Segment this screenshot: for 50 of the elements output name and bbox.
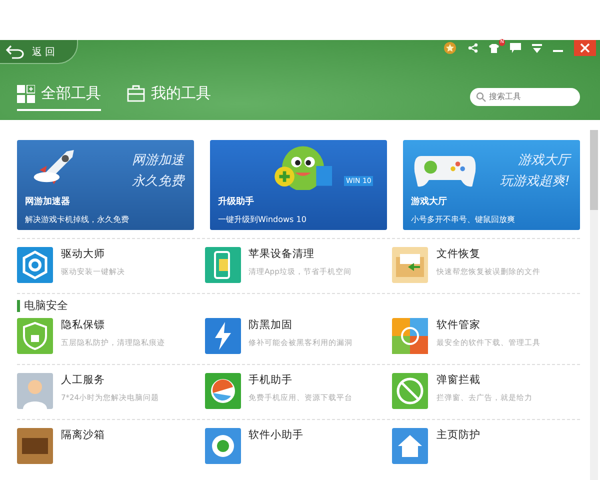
tool-name: 弹窗拦截: [436, 373, 482, 387]
tool-name: 防黑加固: [248, 318, 294, 332]
medal-icon[interactable]: [443, 41, 457, 55]
banner-headline: 网游加速: [132, 152, 184, 170]
banner-title: 游戏大厅: [411, 195, 448, 208]
tool-name: 文件恢复: [436, 247, 482, 261]
scrollbar-thumb[interactable]: [590, 130, 598, 210]
banner-subtitle: 解决游戏卡机掉线，永久免费: [25, 214, 130, 225]
scrollbar[interactable]: [590, 130, 598, 480]
tool-item[interactable]: 隔离沙箱: [17, 428, 205, 464]
promo-banner[interactable]: 游戏大厅 玩游戏超爽! 游戏大厅 小号多开不串号、键鼠回放爽: [403, 140, 580, 230]
banner-subtitle: 小号多开不串号、键鼠回放爽: [411, 214, 516, 225]
section-heading: 电脑安全: [17, 300, 580, 312]
banner-title: 升级助手: [218, 195, 255, 208]
person-icon: [17, 373, 53, 409]
tool-item[interactable]: 主页防护: [392, 428, 580, 464]
gear-icon: [17, 247, 53, 283]
search-icon: [476, 92, 486, 102]
share-icon[interactable]: [468, 43, 478, 53]
box-icon: [17, 428, 53, 464]
tool-name: 苹果设备清理: [248, 247, 316, 261]
grid-icon: [17, 84, 35, 102]
shirt-icon[interactable]: [489, 43, 499, 53]
banner-title: 网游加速器: [25, 195, 71, 208]
promo-banner[interactable]: 网游加速 永久免费 网游加速器 解决游戏卡机掉线，永久免费: [17, 140, 194, 230]
tool-name: 手机助手: [248, 373, 294, 387]
flower-icon: [392, 318, 428, 354]
close-icon: [580, 43, 590, 53]
close-button[interactable]: [574, 40, 596, 56]
tool-name: 隔离沙箱: [61, 428, 105, 442]
tool-name: 软件小助手: [248, 428, 304, 442]
chat-icon[interactable]: [510, 43, 521, 53]
dropdown-menu-icon[interactable]: [532, 44, 542, 52]
house-icon: [392, 428, 428, 464]
tool-name: 软件管家: [436, 318, 482, 332]
tool-item[interactable]: 软件小助手: [204, 428, 392, 464]
back-label: 返 回: [32, 46, 55, 58]
search-field[interactable]: 搜索工具: [470, 88, 580, 106]
banner-headline: 玩游戏超爽!: [500, 173, 570, 191]
banner-headline: 游戏大厅: [518, 152, 570, 170]
tool-name: 人工服务: [61, 373, 106, 387]
back-arrow-icon: [6, 44, 24, 58]
lightning-icon: [204, 318, 241, 354]
tool-name: 隐私保镖: [61, 318, 106, 332]
tool-name: 主页防护: [436, 428, 480, 442]
briefcase-icon: [127, 85, 145, 102]
banner-subtitle: 一键升级到Windows 10: [218, 214, 308, 225]
tool-name: 驱动大师: [61, 247, 106, 261]
banner-headline: 永久免费: [132, 173, 184, 191]
back-button[interactable]: 返 回: [0, 40, 78, 64]
